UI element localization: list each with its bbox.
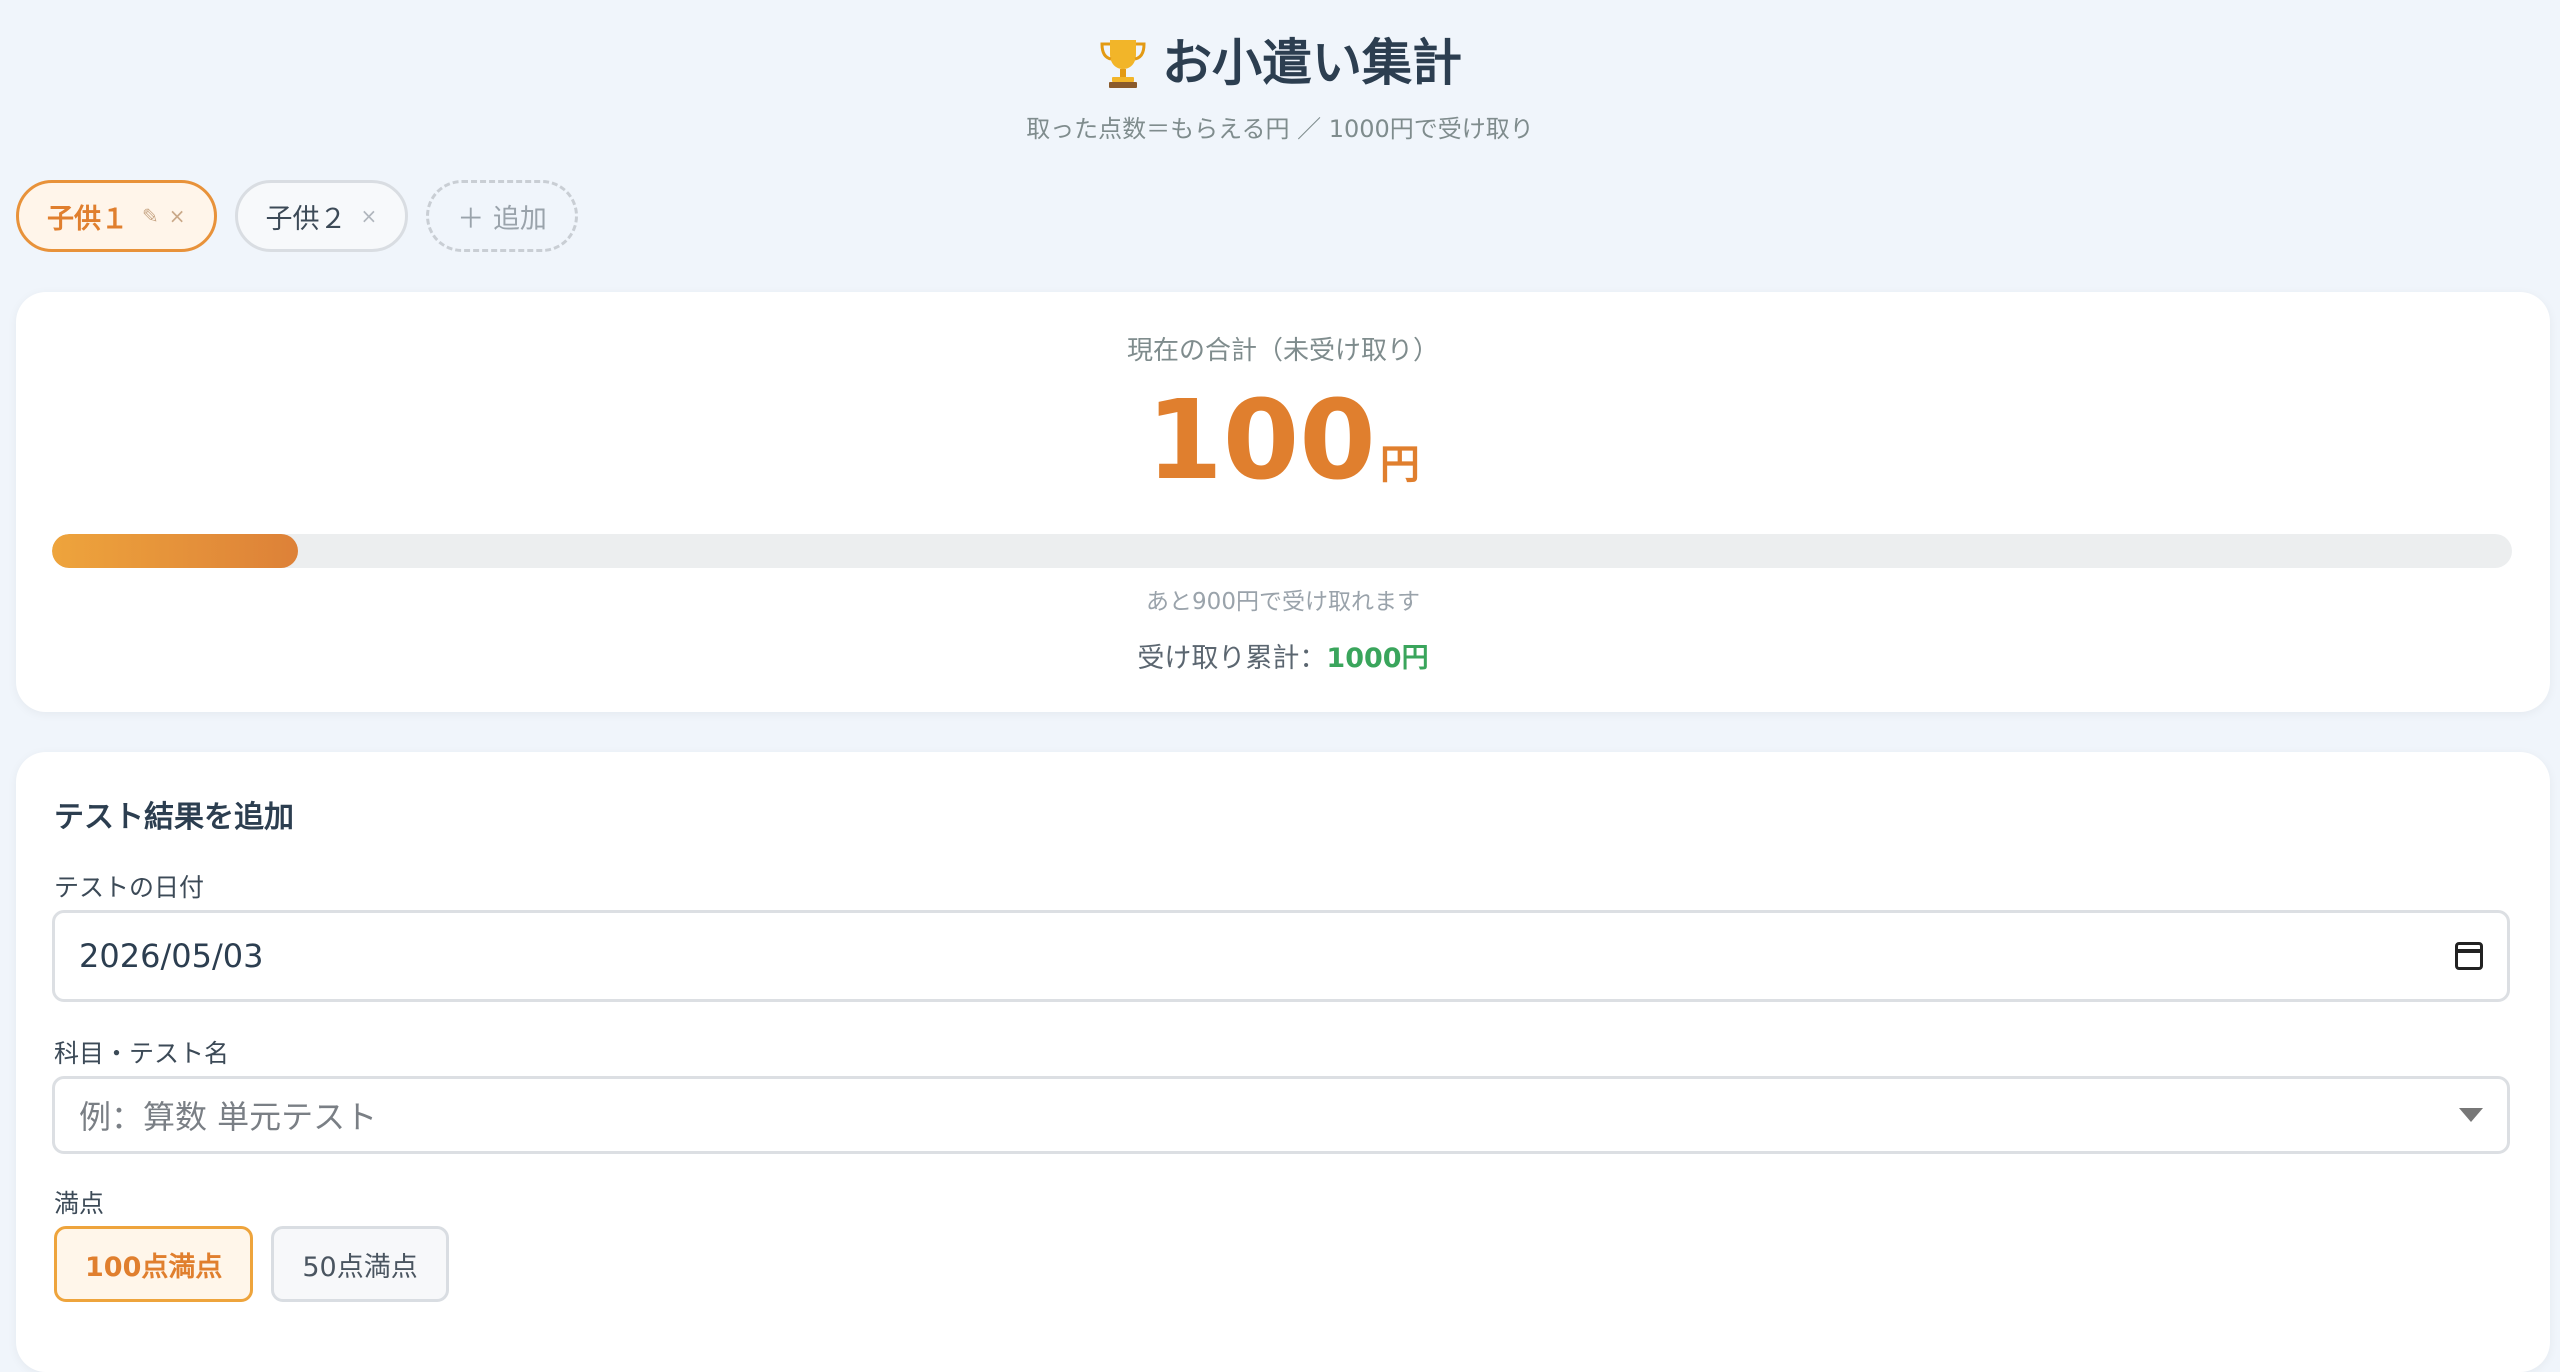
date-value: 2026/05/03 xyxy=(79,937,264,975)
current-total-amount: 100 円 xyxy=(16,380,2550,500)
amount-unit: 円 xyxy=(1379,442,1420,488)
fullscore-50-button[interactable]: 50点満点 xyxy=(271,1226,449,1302)
pencil-icon[interactable]: ✎ xyxy=(142,204,159,228)
tab-child-1[interactable]: 子供１ ✎ × xyxy=(16,180,217,252)
current-total-label: 現在の合計（未受け取り） xyxy=(1126,336,1439,366)
close-icon[interactable]: × xyxy=(361,204,378,228)
subject-select[interactable]: 例：算数 単元テスト xyxy=(52,1076,2510,1154)
received-total-label: 受け取り累計： xyxy=(1137,643,1327,674)
tab-child-2[interactable]: 子供２ × xyxy=(234,180,409,252)
child-tabs: 子供１ ✎ × 子供２ × ＋ 追加 xyxy=(16,180,578,252)
fullscore-100-button[interactable]: 100点満点 xyxy=(54,1226,254,1302)
add-result-form: テスト結果を追加 テストの日付 2026/05/03 科目・テスト名 例：算数 … xyxy=(16,752,2550,1372)
add-child-button[interactable]: ＋ 追加 xyxy=(426,180,578,252)
subject-placeholder: 例：算数 単元テスト xyxy=(79,1098,378,1136)
trophy-icon xyxy=(1100,40,1146,88)
chevron-down-icon[interactable] xyxy=(2459,1108,2483,1122)
form-title: テスト結果を追加 xyxy=(54,800,294,835)
progress-fill xyxy=(52,534,298,568)
fullscore-options: 100点満点 50点満点 xyxy=(54,1226,449,1302)
calendar-icon[interactable] xyxy=(2455,942,2483,970)
received-total: 受け取り累計：1000円 xyxy=(16,636,2550,675)
page-title: お小遣い集計 xyxy=(1098,30,1462,96)
received-total-value: 1000円 xyxy=(1326,643,1429,674)
subject-label: 科目・テスト名 xyxy=(54,1039,230,1068)
remaining-text: あと900円で受け取れます xyxy=(1146,589,1420,615)
close-icon[interactable]: × xyxy=(169,204,186,228)
app-header: お小遣い集計 取った点数＝もらえる円 ／ 1000円で受け取り xyxy=(0,30,2560,144)
tab-label: 子供２ xyxy=(265,203,347,235)
progress-bar xyxy=(52,534,2512,568)
date-field[interactable]: 2026/05/03 xyxy=(52,910,2510,1002)
page-subtitle: 取った点数＝もらえる円 ／ 1000円で受け取り xyxy=(1026,115,1534,143)
amount-value: 100 xyxy=(1146,376,1376,504)
tab-label: 子供１ xyxy=(47,203,128,235)
date-label: テストの日付 xyxy=(54,873,205,902)
fullscore-label: 満点 xyxy=(54,1189,105,1218)
title-text: お小遣い集計 xyxy=(1162,34,1462,92)
summary-card: 現在の合計（未受け取り） 100 円 あと900円で受け取れます 受け取り累計：1… xyxy=(16,292,2550,712)
